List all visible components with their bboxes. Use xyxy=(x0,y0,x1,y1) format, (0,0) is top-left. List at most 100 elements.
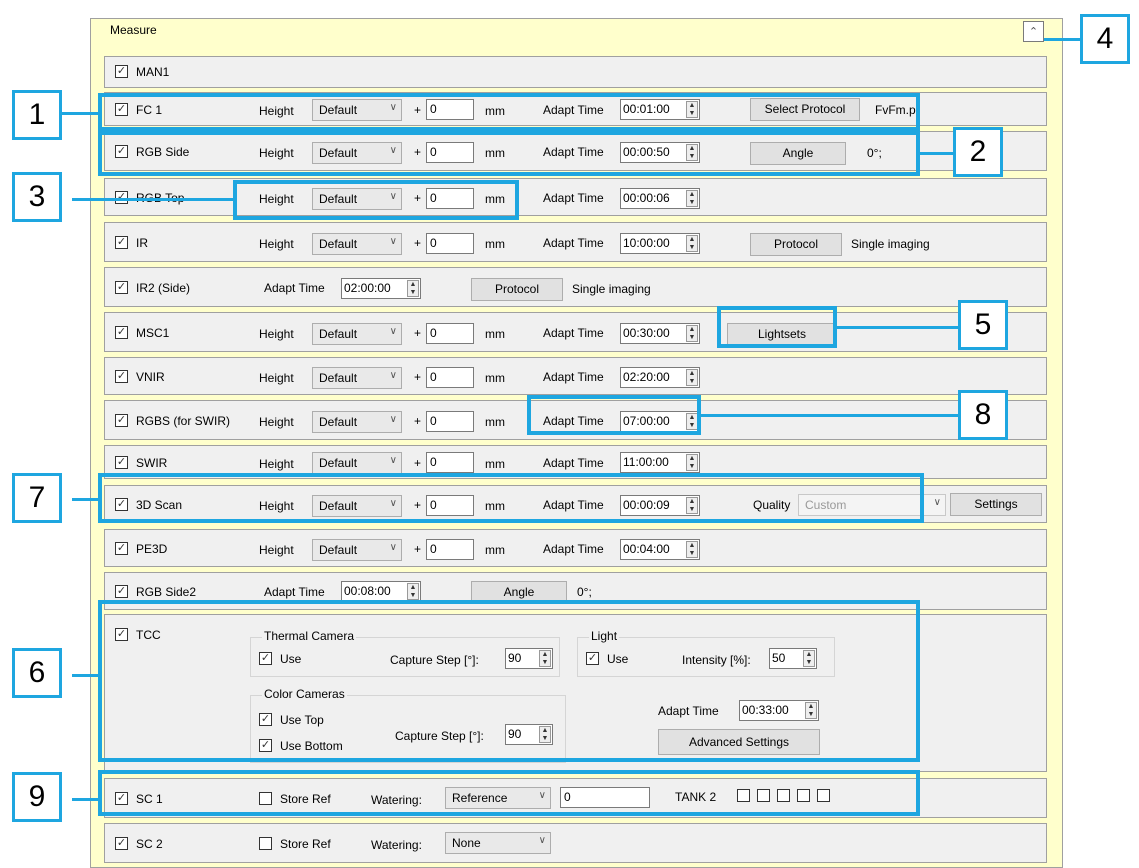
chevron-down-icon: ∨ xyxy=(933,497,941,508)
adapt-time-spinner[interactable]: 02:20:00 ▲ ▼ xyxy=(620,367,700,388)
adapt-time-value: 02:00:00 xyxy=(344,281,391,295)
label-ir: IR xyxy=(136,236,148,250)
store-ref-checkbox[interactable] xyxy=(259,837,272,850)
callout-1: 1 xyxy=(12,90,62,140)
callout-4: 4 xyxy=(1080,14,1130,64)
height-value: Default xyxy=(319,543,358,557)
chevron-up-icon[interactable]: ⌃ xyxy=(1023,21,1044,42)
highlight-3dscan xyxy=(98,473,924,523)
unit-label: mm xyxy=(485,327,505,341)
checkbox-vnir[interactable]: ✓ xyxy=(115,370,128,383)
row-vnir: ✓ VNIR Height Default ∨ + 0 mm Adapt Time… xyxy=(104,357,1047,395)
checkbox-swir[interactable]: ✓ xyxy=(115,456,128,469)
adapt-time-value: 00:30:00 xyxy=(623,326,670,340)
watering-select[interactable]: None ∨ xyxy=(445,832,551,854)
callout-5: 5 xyxy=(958,300,1008,350)
callout-9: 9 xyxy=(12,772,62,822)
adapt-time-value: 00:04:00 xyxy=(623,542,670,556)
height-value: Default xyxy=(319,237,358,251)
offset-input[interactable]: 0 xyxy=(426,367,474,388)
plus-sign: + xyxy=(414,370,422,384)
row-ir2: ✓ IR2 (Side) Adapt Time 02:00:00 ▲ ▼ Proto… xyxy=(104,267,1047,307)
adapt-time-value: 10:00:00 xyxy=(623,236,670,250)
plus-sign: + xyxy=(414,456,422,470)
callout-3: 3 xyxy=(12,172,62,222)
unit-label: mm xyxy=(485,371,505,385)
height-label: Height xyxy=(259,457,294,471)
highlight-height xyxy=(233,180,519,220)
height-select[interactable]: Default ∨ xyxy=(312,411,402,433)
adapt-time-spinner[interactable]: 11:00:00 ▲ ▼ xyxy=(620,452,700,473)
offset-input[interactable]: 0 xyxy=(426,411,474,432)
offset-input[interactable]: 0 xyxy=(426,323,474,344)
highlight-fc1 xyxy=(98,93,920,131)
highlight-lightsets xyxy=(717,306,837,348)
protocol-button[interactable]: Protocol xyxy=(750,233,842,256)
store-ref-label: Store Ref xyxy=(280,837,331,851)
spinner-arrows-icon[interactable]: ▲ ▼ xyxy=(686,325,698,342)
height-label: Height xyxy=(259,371,294,385)
height-select[interactable]: Default ∨ xyxy=(312,367,402,389)
offset-input[interactable]: 0 xyxy=(426,452,474,473)
adapt-time-spinner[interactable]: 00:08:00 ▲ ▼ xyxy=(341,581,421,602)
height-select[interactable]: Default ∨ xyxy=(312,323,402,345)
adapt-time-label: Adapt Time xyxy=(543,370,604,384)
label-msc1: MSC1 xyxy=(136,326,170,340)
highlight-adapt-time xyxy=(527,395,701,435)
spinner-arrows-icon[interactable]: ▲ ▼ xyxy=(686,541,698,558)
checkbox-man1[interactable]: ✓ xyxy=(115,65,128,78)
checkbox-msc1[interactable]: ✓ xyxy=(115,326,128,339)
unit-label: mm xyxy=(485,457,505,471)
spinner-arrows-icon[interactable]: ▲ ▼ xyxy=(407,583,419,600)
checkbox-ir2[interactable]: ✓ xyxy=(115,281,128,294)
offset-input[interactable]: 0 xyxy=(426,539,474,560)
protocol-name: Single imaging xyxy=(572,282,651,296)
adapt-time-label: Adapt Time xyxy=(264,281,325,295)
label-swir: SWIR xyxy=(136,456,168,470)
adapt-time-spinner[interactable]: 02:00:00 ▲ ▼ xyxy=(341,278,421,299)
offset-input[interactable]: 0 xyxy=(426,233,474,254)
row-man1: ✓ MAN1 xyxy=(104,56,1047,88)
checkbox-ir[interactable]: ✓ xyxy=(115,236,128,249)
connector-5 xyxy=(837,326,960,329)
label-sc2: SC 2 xyxy=(136,837,163,851)
connector-6 xyxy=(72,674,102,677)
settings-button[interactable]: Settings xyxy=(950,493,1042,516)
protocol-button[interactable]: Protocol xyxy=(471,278,563,301)
adapt-time-spinner[interactable]: 00:30:00 ▲ ▼ xyxy=(620,323,700,344)
plus-sign: + xyxy=(414,236,422,250)
highlight-rgbside xyxy=(98,131,920,176)
unit-label: mm xyxy=(485,543,505,557)
label-man1: MAN1 xyxy=(136,65,170,79)
label-vnir: VNIR xyxy=(136,370,165,384)
adapt-time-spinner[interactable]: 10:00:00 ▲ ▼ xyxy=(620,233,700,254)
watering-value: None xyxy=(452,836,481,850)
checkbox-rgbside2[interactable]: ✓ xyxy=(115,585,128,598)
chevron-down-icon: ∨ xyxy=(389,370,397,381)
checkbox-rgbs[interactable]: ✓ xyxy=(115,414,128,427)
adapt-time-spinner[interactable]: 00:04:00 ▲ ▼ xyxy=(620,539,700,560)
height-select[interactable]: Default ∨ xyxy=(312,233,402,255)
adapt-time-label: Adapt Time xyxy=(264,585,325,599)
height-select[interactable]: Default ∨ xyxy=(312,539,402,561)
chevron-down-icon: ∨ xyxy=(389,455,397,466)
checkbox-sc2[interactable]: ✓ xyxy=(115,837,128,850)
spinner-arrows-icon[interactable]: ▲ ▼ xyxy=(686,369,698,386)
spinner-arrows-icon[interactable]: ▲ ▼ xyxy=(407,280,419,297)
connector-9 xyxy=(72,798,102,801)
adapt-time-label: Adapt Time xyxy=(543,236,604,250)
height-value: Default xyxy=(319,415,358,429)
adapt-time-spinner[interactable]: 00:00:06 ▲ ▼ xyxy=(620,188,700,209)
callout-6: 6 xyxy=(12,648,62,698)
checkbox-pe3d[interactable]: ✓ xyxy=(115,542,128,555)
height-value: Default xyxy=(319,327,358,341)
connector-3 xyxy=(72,198,235,201)
spinner-arrows-icon[interactable]: ▲ ▼ xyxy=(686,235,698,252)
callout-2: 2 xyxy=(953,127,1003,177)
adapt-time-value: 00:08:00 xyxy=(344,584,391,598)
spinner-arrows-icon[interactable]: ▲ ▼ xyxy=(686,454,698,471)
connector-2 xyxy=(918,152,953,155)
callout-7: 7 xyxy=(12,473,62,523)
spinner-arrows-icon[interactable]: ▲ ▼ xyxy=(686,190,698,207)
height-select[interactable]: Default ∨ xyxy=(312,452,402,474)
